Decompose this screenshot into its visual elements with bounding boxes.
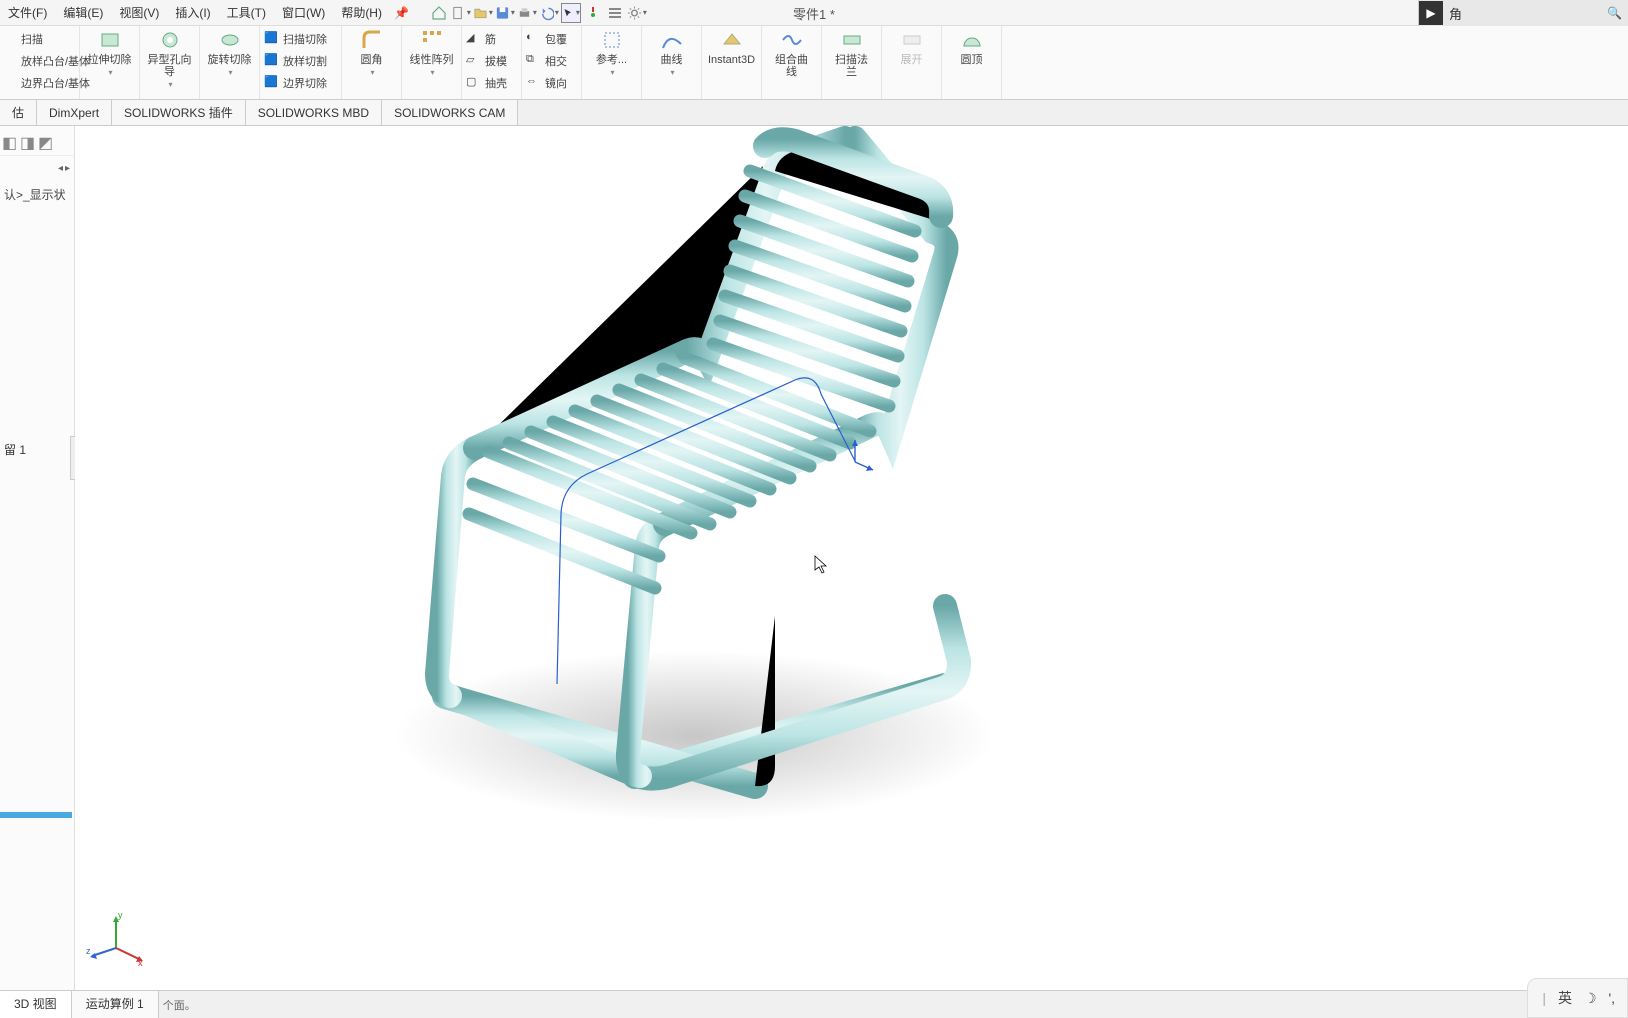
pin-icon[interactable]: 📌 bbox=[394, 6, 409, 20]
ime-punct-icon[interactable]: ' , bbox=[1609, 990, 1613, 1006]
command-tabs: 估 DimXpert SOLIDWORKS 插件 SOLIDWORKS MBD … bbox=[0, 100, 1628, 126]
ime-divider-icon: | bbox=[1542, 990, 1546, 1006]
search-category-icon[interactable]: ▶ bbox=[1419, 1, 1443, 25]
fm-prev-icon[interactable]: ◂ bbox=[58, 163, 63, 174]
ime-language[interactable]: 英 bbox=[1558, 988, 1572, 1008]
svg-text:z: z bbox=[86, 946, 91, 956]
cmd-fillet[interactable]: 圆角 bbox=[342, 26, 402, 99]
cmd-intersect[interactable]: ⧉相交 bbox=[526, 50, 567, 72]
cmd-swept-flange[interactable]: 扫描法兰 bbox=[822, 26, 882, 99]
cmd-unfold: 展开 bbox=[882, 26, 942, 99]
cmd-instant3d[interactable]: Instant3D bbox=[702, 26, 762, 99]
options-list-icon[interactable] bbox=[605, 3, 625, 23]
print-icon[interactable] bbox=[517, 3, 537, 23]
tab-dimxpert[interactable]: DimXpert bbox=[37, 100, 112, 125]
home-icon[interactable] bbox=[429, 3, 449, 23]
tab-cam[interactable]: SOLIDWORKS CAM bbox=[382, 100, 518, 125]
tab-mbd[interactable]: SOLIDWORKS MBD bbox=[246, 100, 382, 125]
tab-3d-view[interactable]: 3D 视图 bbox=[0, 991, 72, 1018]
menu-tools[interactable]: 工具(T) bbox=[219, 4, 274, 21]
quick-access-toolbar bbox=[429, 3, 647, 23]
status-caption: 个面。 bbox=[163, 997, 196, 1013]
feature-manager-panel: ◧ ◨ ◩ ◂ ▸ 认>_显示状 留 1 bbox=[0, 126, 75, 990]
fm-tab-icon[interactable]: ◧ bbox=[2, 133, 18, 149]
bottom-view-tabs: 3D 视图 运动算例 1 个面。 bbox=[0, 990, 1628, 1018]
tab-evaluate[interactable]: 估 bbox=[0, 100, 37, 125]
search-panel: ▶ 🔍 bbox=[1418, 0, 1628, 26]
fm-tab-icon[interactable]: ◨ bbox=[20, 133, 36, 149]
select-icon[interactable] bbox=[561, 3, 581, 23]
ime-status: | 英 ☽ ' , bbox=[1527, 978, 1628, 1018]
menu-file[interactable]: 文件(F) bbox=[0, 4, 55, 21]
cmd-ref-geometry[interactable]: 参考... bbox=[582, 26, 642, 99]
search-icon[interactable]: 🔍 bbox=[1607, 6, 1622, 20]
rollback-bar[interactable] bbox=[0, 812, 72, 818]
search-input[interactable] bbox=[1443, 4, 1583, 23]
graphics-viewport[interactable] bbox=[75, 126, 1628, 990]
fm-next-icon[interactable]: ▸ bbox=[65, 163, 70, 174]
menu-bar: 文件(F) 编辑(E) 视图(V) 插入(I) 工具(T) 窗口(W) 帮助(H… bbox=[0, 0, 1628, 26]
cmd-curves[interactable]: 曲线 bbox=[642, 26, 702, 99]
cmd-revolved-cut[interactable]: 旋转切除 bbox=[200, 26, 260, 99]
open-icon[interactable] bbox=[473, 3, 493, 23]
cmd-swept-cut[interactable]: 🟦扫描切除 bbox=[264, 28, 327, 50]
cmd-dome[interactable]: 圆顶 bbox=[942, 26, 1002, 99]
document-title: 零件1 * bbox=[793, 4, 835, 23]
ribbon: 扫描 放样凸台/基体 边界凸台/基体 拉伸切除 异型孔向导 旋转切除 🟦扫描切除… bbox=[0, 26, 1628, 100]
menu-help[interactable]: 帮助(H) bbox=[333, 4, 390, 21]
ime-mode-icon[interactable]: ☽ bbox=[1584, 990, 1597, 1007]
cmd-sweep[interactable]: 扫描 bbox=[2, 28, 43, 50]
tab-motion-study[interactable]: 运动算例 1 bbox=[72, 991, 159, 1018]
cmd-composite-curve[interactable]: 组合曲线 bbox=[762, 26, 822, 99]
menu-view[interactable]: 视图(V) bbox=[111, 4, 167, 21]
origin-triad-icon: y x z bbox=[86, 908, 146, 968]
settings-icon[interactable] bbox=[627, 3, 647, 23]
svg-text:y: y bbox=[118, 910, 123, 920]
save-icon[interactable] bbox=[495, 3, 515, 23]
cmd-draft[interactable]: ▱拔模 bbox=[466, 50, 507, 72]
menu-window[interactable]: 窗口(W) bbox=[274, 4, 333, 21]
cmd-boundary-cut[interactable]: 🟦边界切除 bbox=[264, 72, 327, 94]
rebuild-icon[interactable] bbox=[583, 3, 603, 23]
feature-tree-node[interactable]: 留 1 bbox=[0, 439, 74, 460]
menu-edit[interactable]: 编辑(E) bbox=[55, 4, 111, 21]
cmd-boundary[interactable]: 边界凸台/基体 bbox=[2, 72, 90, 94]
cmd-hole-wizard[interactable]: 异型孔向导 bbox=[140, 26, 200, 99]
cmd-loft[interactable]: 放样凸台/基体 bbox=[2, 50, 90, 72]
undo-icon[interactable] bbox=[539, 3, 559, 23]
cmd-wrap[interactable]: ◐包覆 bbox=[526, 28, 567, 50]
cmd-rib[interactable]: ◢筋 bbox=[466, 28, 496, 50]
menu-insert[interactable]: 插入(I) bbox=[167, 4, 218, 21]
cmd-extruded-cut[interactable]: 拉伸切除 bbox=[80, 26, 140, 99]
svg-text:x: x bbox=[138, 958, 143, 968]
new-icon[interactable] bbox=[451, 3, 471, 23]
fm-tab-icon[interactable]: ◩ bbox=[38, 133, 54, 149]
tab-addins[interactable]: SOLIDWORKS 插件 bbox=[112, 100, 246, 125]
display-state-label: 认>_显示状 bbox=[0, 180, 74, 209]
cmd-shell[interactable]: ▢抽壳 bbox=[466, 72, 507, 94]
cmd-mirror[interactable]: ⇔镜向 bbox=[526, 72, 567, 94]
cmd-linear-pattern[interactable]: 线性阵列 bbox=[402, 26, 462, 99]
cmd-lofted-cut[interactable]: 🟦放样切割 bbox=[264, 50, 327, 72]
